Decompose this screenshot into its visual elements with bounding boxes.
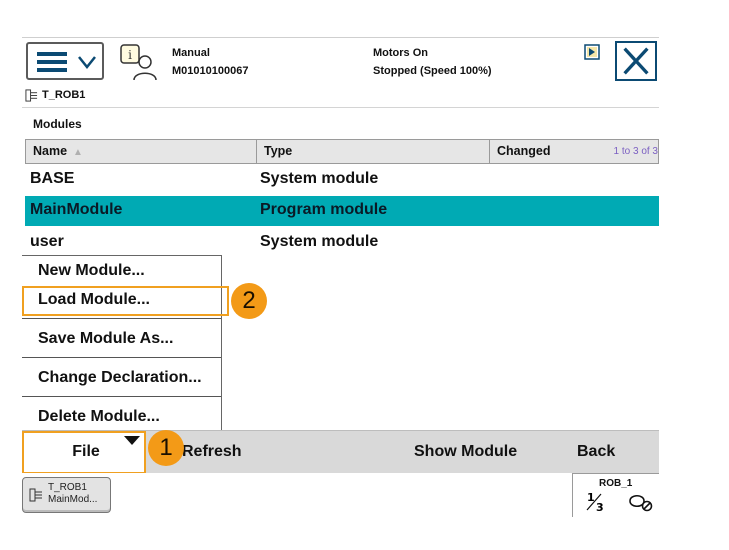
status-mode-block: Manual M01010100067: [172, 44, 248, 80]
menu-item-change-declaration[interactable]: Change Declaration...: [22, 369, 221, 387]
modules-table-header: Name ▲ Type Changed 1 to 3 of 3: [25, 139, 659, 164]
column-type-label: Type: [264, 144, 293, 158]
sort-ascending-icon: ▲: [73, 147, 83, 158]
menu-item-save-module-as[interactable]: Save Module As...: [22, 330, 221, 348]
robot-jog-icon: [629, 494, 653, 512]
table-row[interactable]: BASE System module: [25, 165, 659, 195]
quickset-button[interactable]: ROB_1 1 3: [572, 473, 659, 517]
close-icon: [623, 47, 649, 75]
main-menu-button[interactable]: [26, 42, 104, 80]
taskbar-program-editor-label: T_ROB1 MainMod...: [48, 482, 97, 506]
close-button[interactable]: [615, 41, 657, 81]
hamburger-icon: [37, 52, 67, 72]
column-header-type[interactable]: Type: [257, 140, 490, 163]
module-name: BASE: [30, 170, 75, 187]
quickset-title: ROB_1: [599, 478, 633, 489]
top-status-bar: i Manual M01010100067 Motors On Stopped …: [22, 37, 659, 102]
status-motors-block: Motors On Stopped (Speed 100%): [373, 44, 492, 80]
divider: [22, 107, 659, 108]
taskbar-task-line2: MainMod...: [48, 494, 98, 505]
column-header-changed[interactable]: Changed 1 to 3 of 3: [490, 140, 660, 163]
back-button[interactable]: Back: [577, 443, 615, 461]
column-name-label: Name: [33, 144, 68, 158]
program-editor-icon: [29, 488, 42, 502]
operator-info-icon[interactable]: i: [118, 42, 158, 82]
status-motors: Motors On: [373, 47, 428, 59]
column-header-name[interactable]: Name ▲: [26, 140, 257, 163]
taskbar-task-line1: T_ROB1: [48, 482, 87, 493]
svg-text:3: 3: [596, 501, 604, 512]
show-module-button[interactable]: Show Module: [414, 443, 517, 461]
chevron-down-icon: [78, 56, 96, 70]
module-type: Program module: [260, 201, 388, 218]
menu-separator: [22, 318, 221, 319]
module-name: MainModule: [30, 201, 123, 218]
module-type: System module: [260, 233, 379, 250]
command-bar: File Refresh Show Module Back: [22, 430, 659, 474]
step-badge-1: 1: [148, 430, 184, 466]
status-run-state: Stopped (Speed 100%): [373, 65, 492, 77]
column-changed-label: Changed: [497, 144, 551, 158]
menu-separator: [22, 396, 221, 397]
table-row-selected[interactable]: MainModule Program module: [25, 196, 659, 226]
row-range-indicator: 1 to 3 of 3: [613, 146, 658, 157]
taskbar: T_ROB1 MainMod... ROB_1 1 3: [22, 473, 659, 517]
status-controller-id: M01010100067: [172, 65, 249, 77]
load-module-highlight: [22, 286, 229, 316]
file-menu-dropdown: New Module... Load Module... Save Module…: [22, 255, 222, 430]
file-button[interactable]: File: [22, 431, 146, 474]
module-type: System module: [260, 170, 379, 187]
task-window-icon[interactable]: [584, 44, 600, 60]
menu-item-new-module[interactable]: New Module...: [22, 262, 221, 280]
step-badge-2: 2: [231, 283, 267, 319]
menu-separator: [22, 357, 221, 358]
taskbar-program-editor-button[interactable]: T_ROB1 MainMod...: [22, 477, 111, 513]
program-editor-icon: [25, 88, 38, 102]
fraction-one-third-icon: 1 3: [586, 491, 604, 514]
refresh-button[interactable]: Refresh: [182, 443, 242, 461]
modules-title: Modules: [33, 117, 82, 131]
status-mode: Manual: [172, 47, 210, 59]
task-name: T_ROB1: [42, 89, 86, 101]
file-button-label: File: [72, 443, 100, 460]
module-name: user: [30, 233, 64, 250]
flexpendant-screen: i Manual M01010100067 Motors On Stopped …: [22, 37, 659, 517]
table-row[interactable]: user System module: [25, 228, 659, 258]
menu-item-delete-module[interactable]: Delete Module...: [22, 408, 221, 426]
quickset-fraction: 1 3: [585, 490, 607, 515]
task-indicator: T_ROB1: [25, 86, 85, 104]
svg-text:i: i: [128, 48, 132, 62]
